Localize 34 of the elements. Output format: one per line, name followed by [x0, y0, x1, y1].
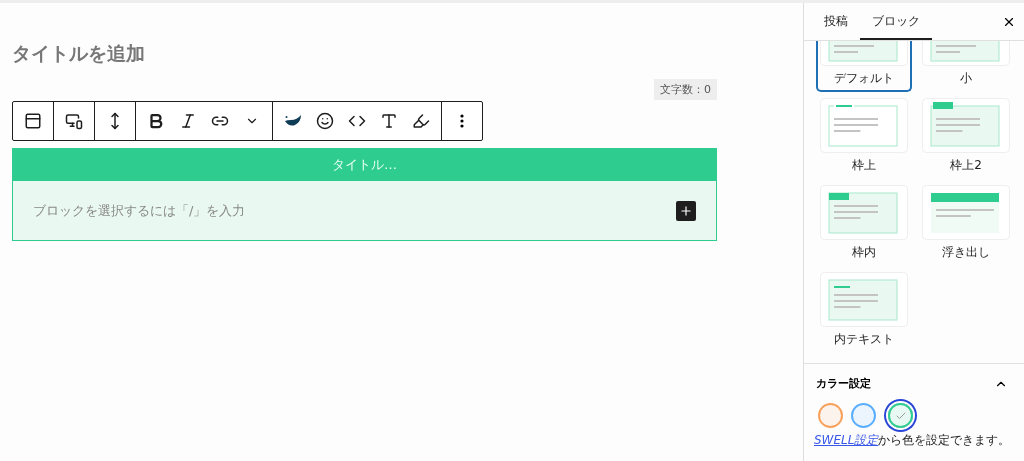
style-label: 小 — [960, 70, 972, 87]
italic-icon — [179, 112, 197, 130]
panel-title: カラー設定 — [816, 376, 871, 391]
post-title-placeholder[interactable]: タイトルを追加 — [12, 41, 145, 67]
style-option[interactable]: 浮き出し — [918, 185, 1014, 266]
add-block-button[interactable] — [676, 200, 696, 221]
options-icon — [460, 114, 464, 128]
style-option[interactable]: 枠上2 — [918, 98, 1014, 179]
style-label: 枠内 — [852, 244, 876, 261]
style-option[interactable]: デフォルト — [816, 41, 912, 92]
emoji-icon — [316, 112, 334, 130]
block-type-icon — [24, 112, 42, 130]
color-note: SWELL設定から色を設定できます。 — [814, 433, 1008, 448]
sidebar-tab[interactable]: 投稿 — [812, 3, 860, 40]
color-swatch[interactable] — [818, 403, 843, 428]
highlight-icon — [412, 112, 430, 130]
style-label: 浮き出し — [942, 244, 990, 261]
style-label: 枠上2 — [950, 157, 982, 174]
bird-icon — [285, 115, 301, 127]
color-swatch[interactable] — [851, 403, 876, 428]
style-label: 内テキスト — [834, 331, 894, 348]
style-label: 枠上 — [852, 157, 876, 174]
style-option[interactable]: 枠上 — [816, 98, 912, 179]
style-option[interactable]: 小 — [918, 41, 1014, 92]
style-option[interactable]: 枠内 — [816, 185, 912, 266]
sidebar-tab[interactable]: ブロック — [860, 3, 932, 40]
char-count: 文字数：0 — [654, 79, 717, 100]
settings-link[interactable]: SWELL設定 — [814, 433, 879, 447]
style-label: デフォルト — [834, 70, 894, 87]
style-option[interactable]: 内テキスト — [816, 272, 912, 353]
font-size-icon — [380, 112, 398, 130]
device-icon — [65, 112, 83, 130]
bold-icon — [147, 112, 165, 130]
plus-icon — [679, 203, 693, 218]
